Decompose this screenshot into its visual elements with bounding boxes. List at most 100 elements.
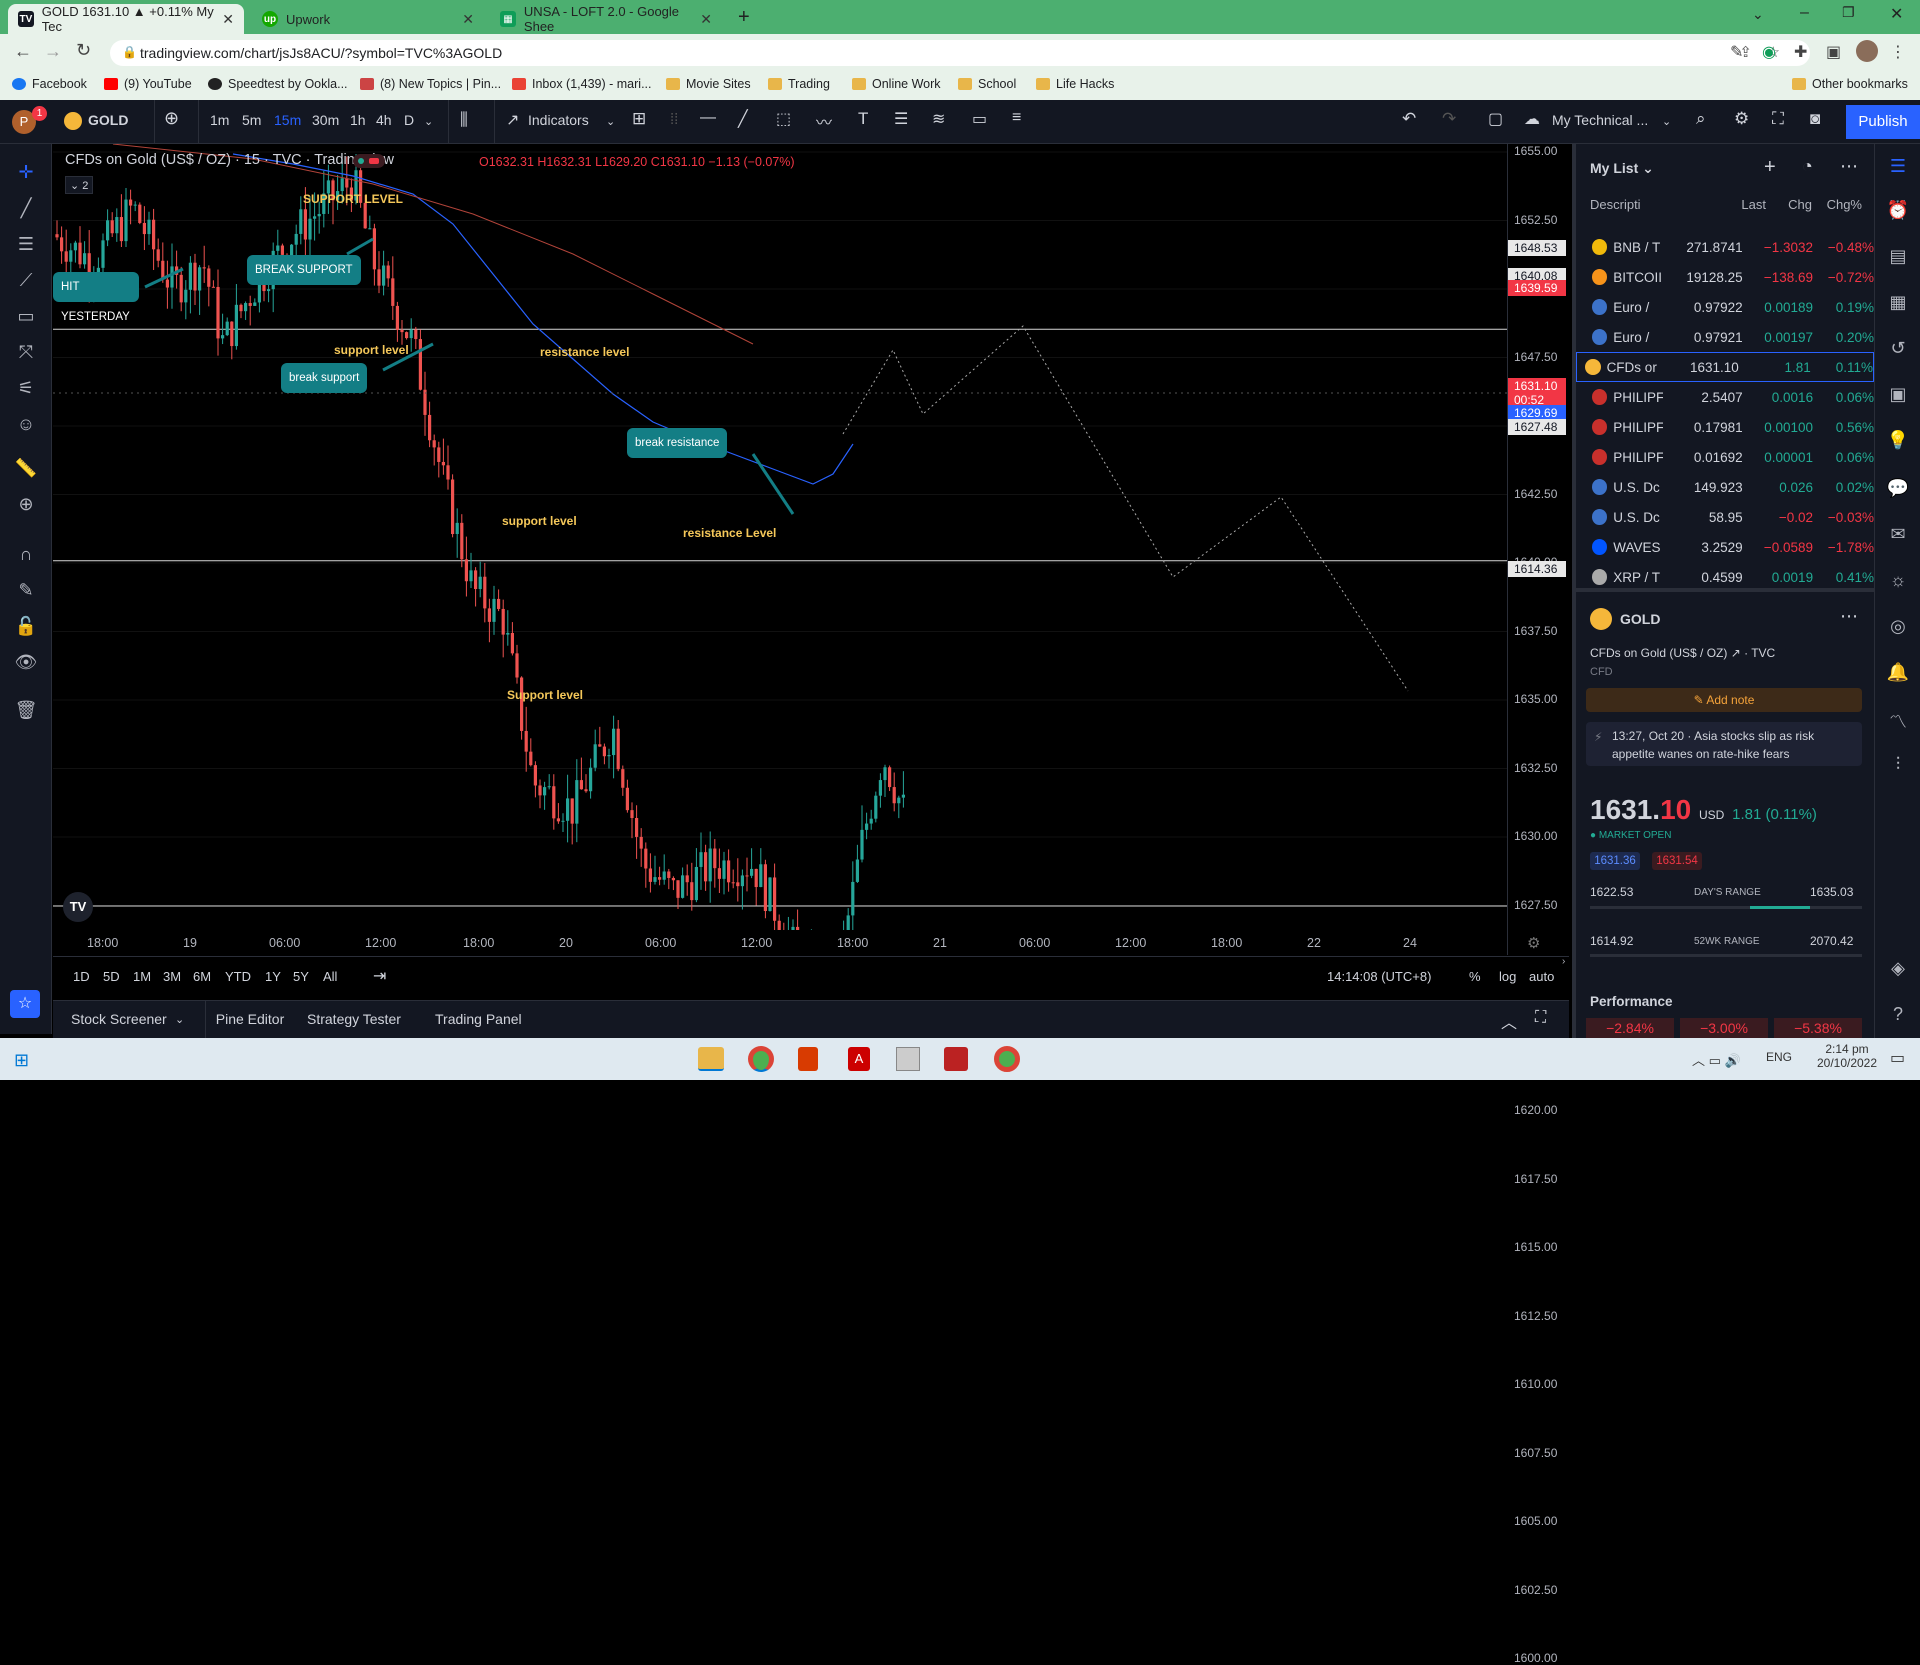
tab-search-icon[interactable]: ⌄ [1752,6,1764,23]
layout-name[interactable]: My Technical ... [1552,112,1648,128]
trash-icon[interactable]: 🗑 [14,698,38,722]
bookmark-facebook[interactable]: Facebook [12,77,87,91]
prediction-tool-icon[interactable]: ⤧ [14,340,38,364]
tab-upwork[interactable]: up Upwork ✕ [252,4,484,34]
chrome-icon[interactable] [748,1046,774,1072]
restore-icon[interactable]: ❐ [1842,4,1855,21]
add-note-button[interactable]: ✎ Add note [1586,688,1862,712]
close-tab-icon[interactable]: ✕ [222,11,234,28]
sidepanel-icon[interactable]: ▣ [1826,42,1841,62]
back-icon[interactable]: ← [14,41,32,62]
file-explorer-icon[interactable] [698,1047,724,1071]
price-axis[interactable]: 1655.001652.501650.001647.501645.001642.… [1507,144,1569,1665]
help-icon[interactable]: ? [1886,1004,1910,1028]
streams-icon[interactable]: ☼ [1886,570,1910,594]
tab-google-sheets[interactable]: ▦ UNSA - LOFT 2.0 - Google Shee ✕ [490,4,722,34]
watchlist-advanced-icon[interactable]: ◔ [1802,156,1813,177]
clock-timezone[interactable]: 14:14:08 (UTC+8) [1327,969,1431,984]
range-6m[interactable]: 6M [193,969,211,984]
watchlist-row[interactable]: BNB / T 271.8741 −1.3032 −0.48% [1584,232,1874,262]
order-panel-icon[interactable]: ⫶ [1886,754,1910,778]
publish-button[interactable]: Publish [1846,105,1920,139]
market-status-toggle[interactable] [353,154,385,168]
chart-pane[interactable]: CFDs on Gold (US$ / OZ) · 15 · TVC · Tra… [53,144,1507,955]
screener-dropdown-icon[interactable]: ⌄ [175,1013,184,1026]
redo-icon[interactable]: ↷ [1442,109,1456,129]
close-window-icon[interactable]: ✕ [1890,4,1903,24]
bookmark-movie-sites[interactable]: Movie Sites [666,77,751,91]
fib-tool-icon[interactable]: ☰ [14,232,38,256]
data-window-icon[interactable]: ▤ [1886,246,1910,270]
office-icon[interactable] [798,1047,818,1071]
extension-icon[interactable]: ✎ [1730,42,1743,62]
screener-icon[interactable]: 〽 [1886,708,1910,732]
fib-icon[interactable]: ☰ [894,109,908,129]
indicators-button[interactable]: Indicators [528,112,589,128]
more-tools-icon[interactable]: ≡ [1012,109,1021,127]
new-tab-icon[interactable]: + [738,6,750,29]
favorites-star-icon[interactable]: ☆ [10,990,40,1018]
legend-collapse[interactable]: ⌄ 2 [65,176,93,194]
interval-4h[interactable]: 4h [376,112,392,128]
perf-1m[interactable]: −3.00% [1680,1018,1768,1038]
acrobat-icon[interactable]: A [848,1047,870,1071]
measure-tool-icon[interactable]: ⚟ [14,376,38,400]
col-chg[interactable]: Chg [1770,197,1812,212]
watchlist-row[interactable]: PHILIPF 2.5407 0.0016 0.06% [1584,382,1874,412]
range-1y[interactable]: 1Y [265,969,281,984]
layout-grid-icon[interactable]: ⊞ [632,109,646,129]
range-ytd[interactable]: YTD [225,969,251,984]
url-bar[interactable]: 🔒 tradingview.com/chart/jsJs8ACU/?symbol… [110,40,1810,66]
tray-icons[interactable]: ︿ ▭ 🔊 [1692,1050,1741,1069]
indicator-templates-icon[interactable]: ⌄ [606,115,615,128]
range-1d[interactable]: 1D [73,969,90,984]
profile-avatar[interactable] [1856,40,1878,62]
chrome-profile-icon[interactable] [994,1046,1020,1072]
watchlist-row[interactable]: PHILIPF 0.01692 0.00001 0.06% [1584,442,1874,472]
fullscreen-icon[interactable]: ⛶ [1772,109,1784,129]
interval-5m[interactable]: 5m [242,112,261,128]
zoom-in-icon[interactable]: ⊕ [14,492,38,516]
snapshot-icon[interactable]: ◙ [1810,109,1820,129]
lock-drawings-pencil-icon[interactable]: ✎ [14,578,38,602]
watchlist-icon[interactable]: ☰ [1886,156,1910,180]
watchlist-row[interactable]: WAVES 3.2529 −0.0589 −1.78% [1584,532,1874,562]
close-tab-icon[interactable]: ✕ [462,11,474,28]
perf-3m[interactable]: −5.38% [1774,1018,1862,1038]
minimize-icon[interactable]: – [1800,4,1809,22]
indicators-icon[interactable]: ↗ [506,110,519,130]
reload-icon[interactable]: ↻ [76,40,91,61]
axis-settings-icon[interactable]: ⚙ [1527,934,1540,952]
layers-icon[interactable]: ◈ [1886,958,1910,982]
tab-pine-editor[interactable]: Pine Editor [205,1011,295,1027]
ideas-icon[interactable]: 💡 [1886,430,1910,454]
close-tab-icon[interactable]: ✕ [700,11,712,28]
undo-icon[interactable]: ↶ [1402,109,1416,129]
bookmark-pinoy[interactable]: (8) New Topics | Pin... [360,77,501,91]
tab-tradingview[interactable]: TV GOLD 1631.10 ▲ +0.11% My Tec ✕ [8,4,244,34]
col-chg-pct[interactable]: Chg% [1820,197,1862,212]
symbol-search[interactable]: GOLD [88,112,128,128]
magnet-icon[interactable]: ∩ [14,542,38,566]
compare-add-icon[interactable]: ⊕ [164,108,179,129]
expand-right-arrow-icon[interactable]: › [1562,956,1565,967]
range-3m[interactable]: 3M [163,969,181,984]
interval-1h[interactable]: 1h [350,112,366,128]
watchlist-row[interactable]: Euro / 0.97922 0.00189 0.19% [1584,292,1874,322]
range-5y[interactable]: 5Y [293,969,309,984]
emoji-icon[interactable]: ☺ [14,412,38,436]
extension-icon[interactable]: ◉ [1762,42,1776,62]
language-indicator[interactable]: ENG [1766,1050,1792,1064]
watchlist-row[interactable]: U.S. Dc 149.923 0.026 0.02% [1584,472,1874,502]
panel-splitter[interactable] [1576,588,1874,592]
fullscreen-layout-icon[interactable]: ▢ [1488,109,1503,129]
collapse-panel-icon[interactable]: ︿ [1501,1009,1517,1033]
range-all[interactable]: All [323,969,337,984]
bookmark-trading[interactable]: Trading [768,77,830,91]
path-icon[interactable]: 〰 [816,109,832,133]
interval-d[interactable]: D [404,112,414,128]
hit-yesterday-callout[interactable]: HIT YESTERDAY [53,272,139,323]
forward-icon[interactable]: → [44,41,62,62]
trendline-tool-icon[interactable]: ╱ [14,196,38,220]
watchlist-row[interactable]: PHILIPF 0.17981 0.00100 0.56% [1584,412,1874,442]
